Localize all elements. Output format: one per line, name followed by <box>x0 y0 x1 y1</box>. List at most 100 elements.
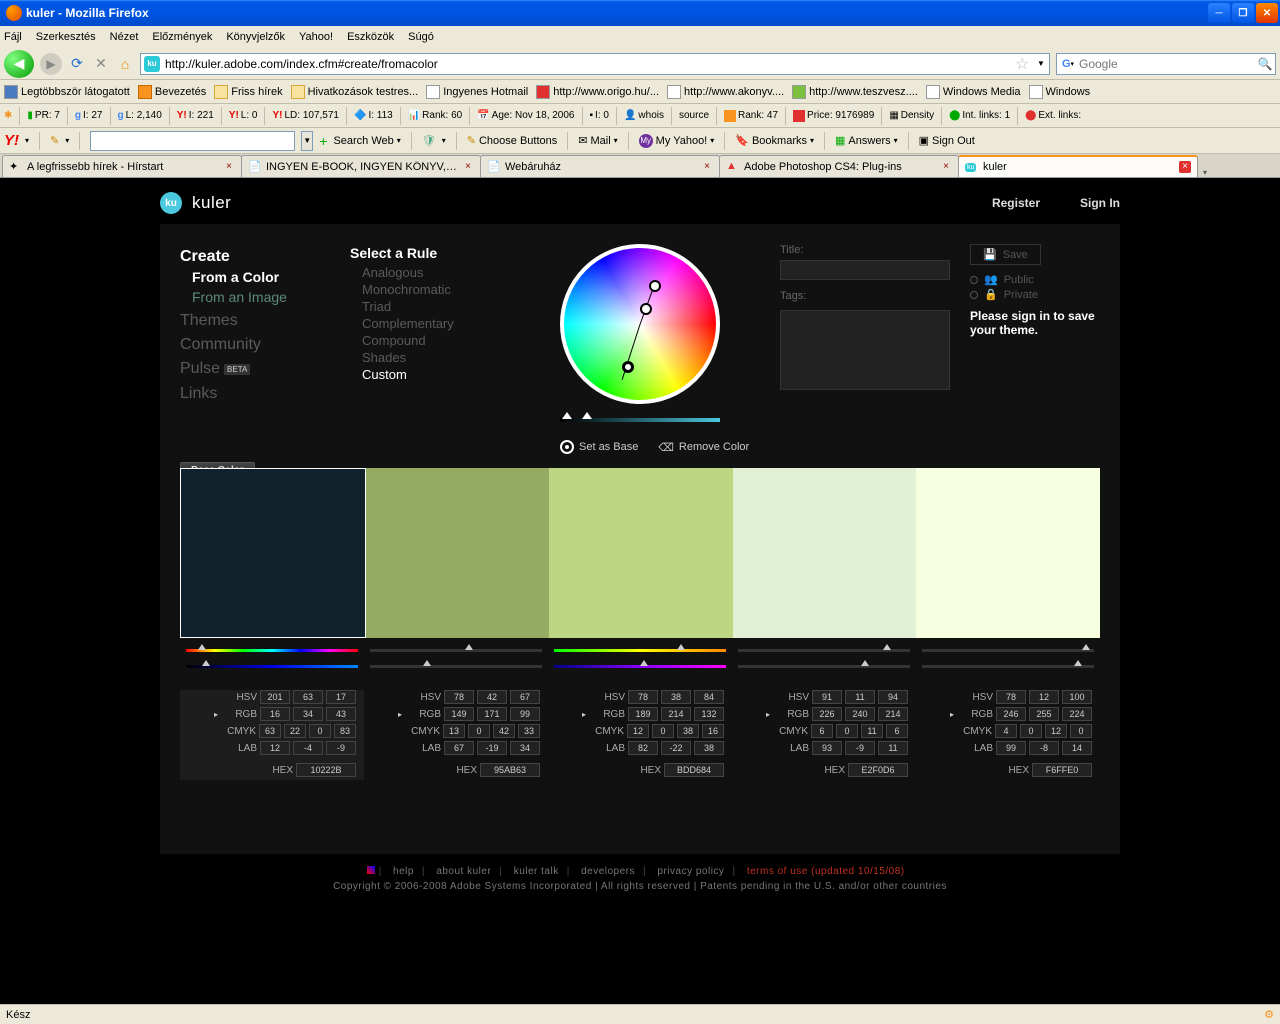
brightness-slider[interactable] <box>738 665 910 668</box>
tab-overflow-button[interactable]: ▾ <box>1197 168 1213 177</box>
value-box[interactable]: 11 <box>878 741 908 755</box>
brightness-marker[interactable] <box>562 412 572 419</box>
rule-triad[interactable]: Triad <box>350 299 500 316</box>
tab-active[interactable]: kukuler× <box>958 155 1198 177</box>
value-box[interactable]: 132 <box>694 707 724 721</box>
rule-analogous[interactable]: Analogous <box>350 265 500 282</box>
save-button[interactable]: 💾Save <box>970 244 1041 265</box>
value-box[interactable]: 33 <box>518 724 540 738</box>
value-box[interactable]: BDD684 <box>664 763 724 777</box>
menu-bookmarks[interactable]: Könyvjelzők <box>226 31 285 43</box>
value-box[interactable]: 78 <box>996 690 1026 704</box>
value-box[interactable]: 42 <box>477 690 507 704</box>
wheel-handle[interactable] <box>640 303 652 315</box>
value-box[interactable]: 99 <box>996 741 1026 755</box>
value-box[interactable]: 214 <box>661 707 691 721</box>
value-box[interactable]: 67 <box>444 741 474 755</box>
value-box[interactable]: 10222B <box>296 763 356 777</box>
bookmark-item[interactable]: Windows <box>1029 85 1091 99</box>
value-box[interactable]: 0 <box>1070 724 1092 738</box>
brightness-slider[interactable] <box>186 665 358 668</box>
tab-close-icon[interactable]: × <box>223 161 235 173</box>
nav-pulse[interactable]: PulseBETA <box>180 358 320 380</box>
bookmark-item[interactable]: http://www.akonyv.... <box>667 85 784 99</box>
menu-file[interactable]: Fájl <box>4 31 22 43</box>
footer-terms[interactable]: terms of use (updated 10/15/08) <box>747 866 905 877</box>
value-box[interactable]: 11 <box>861 724 883 738</box>
brightness-slider[interactable] <box>560 418 720 422</box>
value-box[interactable]: F6FFE0 <box>1032 763 1092 777</box>
seo-age[interactable]: 📅Age: Nov 18, 2006 <box>477 110 574 121</box>
yahoo-search-web-button[interactable]: Search Web▾ <box>333 135 400 147</box>
yahoo-myyahoo-button[interactable]: MyMy Yahoo!▾ <box>639 134 715 148</box>
search-input[interactable] <box>1079 57 1255 71</box>
bookmark-item[interactable]: Friss hírek <box>214 85 282 99</box>
seo-intlinks[interactable]: ⬤Int. links: 1 <box>949 110 1010 121</box>
value-box[interactable]: 43 <box>326 707 356 721</box>
value-box[interactable]: 240 <box>845 707 875 721</box>
value-box[interactable]: 171 <box>477 707 507 721</box>
value-box[interactable]: 0 <box>468 724 490 738</box>
wheel-handle[interactable] <box>649 280 661 292</box>
value-box[interactable]: 12 <box>1045 724 1067 738</box>
nav-community[interactable]: Community <box>180 334 320 356</box>
seo-pagerank[interactable]: ▮PR: 7 <box>27 110 60 121</box>
shield-icon[interactable]: 🛡 <box>422 134 436 147</box>
seo-yahoo-l[interactable]: Y!L: 0 <box>229 110 258 121</box>
value-box[interactable]: 16 <box>702 724 724 738</box>
value-box[interactable]: 0 <box>1020 724 1042 738</box>
seo-yahoo-ld[interactable]: Y!LD: 107,571 <box>272 110 339 121</box>
rule-monochromatic[interactable]: Monochromatic <box>350 282 500 299</box>
value-box[interactable]: 78 <box>628 690 658 704</box>
hue-slider[interactable] <box>922 649 1094 652</box>
signin-link[interactable]: Sign In <box>1080 196 1120 210</box>
bookmark-item[interactable]: http://www.origo.hu/... <box>536 85 659 99</box>
bookmark-item[interactable]: http://www.teszvesz.... <box>792 85 918 99</box>
value-box[interactable]: 189 <box>628 707 658 721</box>
address-dropdown[interactable]: ▼ <box>1033 59 1049 68</box>
value-box[interactable]: 22 <box>284 724 306 738</box>
value-box[interactable]: 17 <box>326 690 356 704</box>
hue-slider[interactable] <box>186 649 358 652</box>
value-box[interactable]: 0 <box>652 724 674 738</box>
tab-close-icon[interactable]: × <box>701 161 713 173</box>
color-swatch-3[interactable] <box>733 468 917 638</box>
home-button[interactable]: ⌂ <box>116 55 134 73</box>
value-box[interactable]: 83 <box>334 724 356 738</box>
brightness-marker[interactable] <box>582 412 592 419</box>
pencil-icon[interactable]: ✎ <box>50 134 59 147</box>
tab-close-icon[interactable]: × <box>1179 161 1191 173</box>
value-box[interactable]: 224 <box>1062 707 1092 721</box>
value-box[interactable]: 38 <box>661 690 691 704</box>
color-swatch-4[interactable] <box>916 468 1100 638</box>
menu-view[interactable]: Nézet <box>110 31 139 43</box>
bookmark-star-icon[interactable]: ☆ <box>1015 54 1029 74</box>
value-box[interactable]: 84 <box>694 690 724 704</box>
seo-rank2[interactable]: Rank: 47 <box>724 110 778 122</box>
rule-shades[interactable]: Shades <box>350 350 500 367</box>
yahoo-bookmarks-button[interactable]: 🔖Bookmarks▾ <box>735 134 814 147</box>
reload-button[interactable]: ⟳ <box>68 55 86 73</box>
yahoo-choose-buttons[interactable]: ✎Choose Buttons <box>467 134 558 147</box>
nav-themes[interactable]: Themes <box>180 310 320 332</box>
forward-button[interactable]: ▶ <box>40 53 62 75</box>
footer-about[interactable]: about kuler <box>436 866 491 877</box>
footer-developers[interactable]: developers <box>581 866 635 877</box>
bookmark-item[interactable]: Windows Media <box>926 85 1021 99</box>
footer-privacy[interactable]: privacy policy <box>657 866 724 877</box>
value-box[interactable]: 226 <box>812 707 842 721</box>
menu-history[interactable]: Előzmények <box>152 31 212 43</box>
nav-links[interactable]: Links <box>180 383 320 405</box>
value-box[interactable]: 13 <box>443 724 465 738</box>
seo-msn-i[interactable]: 🔷I: 113 <box>354 110 393 121</box>
value-box[interactable]: 67 <box>510 690 540 704</box>
value-box[interactable]: 149 <box>444 707 474 721</box>
color-swatch-0[interactable] <box>180 468 366 638</box>
value-box[interactable]: -22 <box>661 741 691 755</box>
value-box[interactable]: 93 <box>812 741 842 755</box>
value-box[interactable]: -19 <box>477 741 507 755</box>
theme-tags-input[interactable] <box>780 310 950 390</box>
bookmark-item[interactable]: Hivatkozások testres... <box>291 85 419 99</box>
set-as-base-button[interactable]: Set as Base <box>560 440 638 454</box>
seo-extlinks[interactable]: ⬤Ext. links: <box>1025 110 1081 121</box>
